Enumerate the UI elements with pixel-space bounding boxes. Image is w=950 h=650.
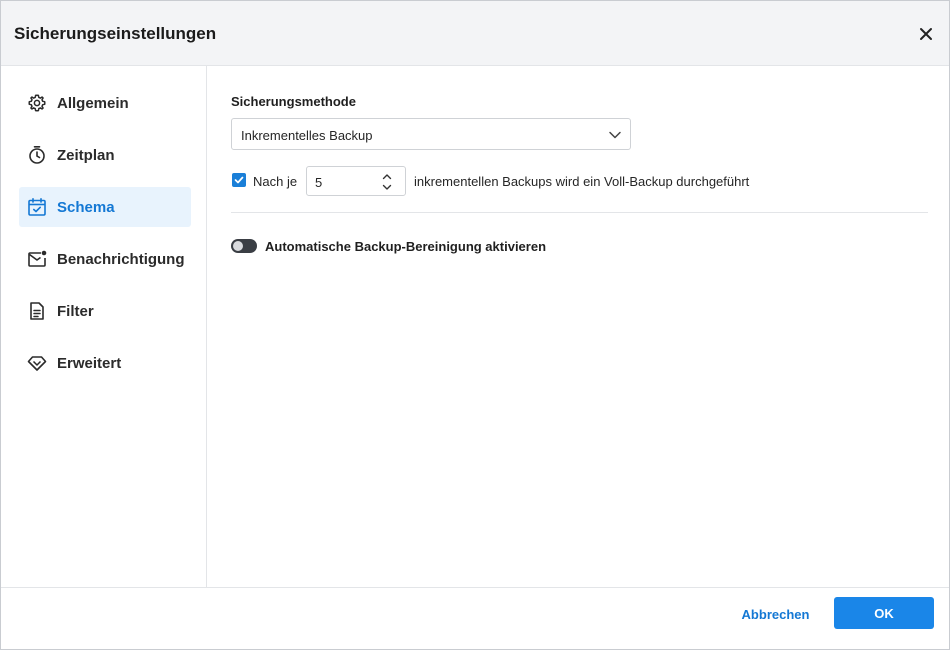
- checkmark-icon: [234, 176, 244, 184]
- sidebar-item-label: Erweitert: [57, 354, 122, 372]
- dialog-title: Sicherungseinstellungen: [14, 24, 217, 43]
- sidebar-item-erweitert[interactable]: Erweitert: [19, 343, 191, 383]
- backup-method-select[interactable]: Inkrementelles Backup: [231, 118, 631, 150]
- nach-je-label: Nach je: [253, 174, 298, 189]
- dialog-footer: Abbrechen OK: [1, 587, 949, 649]
- dialog-titlebar: Sicherungseinstellungen: [1, 1, 949, 66]
- stepper-decrement-button[interactable]: [380, 181, 394, 193]
- sidebar-item-schema[interactable]: Schema: [19, 187, 191, 227]
- chevron-up-icon: [382, 173, 392, 179]
- document-filter-icon: [27, 301, 47, 321]
- settings-dialog: Sicherungseinstellungen Allgemein Zeitpl…: [0, 0, 950, 650]
- section-divider: [231, 212, 928, 213]
- interval-suffix-label: inkrementellen Backups wird ein Voll-Bac…: [414, 174, 750, 189]
- diamond-icon: [27, 353, 47, 373]
- close-icon: [920, 28, 932, 40]
- cleanup-toggle-label: Automatische Backup-Bereinigung aktivier…: [265, 239, 547, 254]
- chevron-down-icon: [382, 184, 392, 190]
- backup-method-label: Sicherungsmethode: [231, 94, 356, 109]
- sidebar-item-label: Schema: [57, 198, 115, 216]
- full-backup-row: Nach je 5 inkrementellen Backups wird ei…: [231, 166, 931, 196]
- gear-icon: [27, 93, 47, 113]
- cleanup-toggle[interactable]: [231, 239, 257, 253]
- calendar-check-icon: [27, 197, 47, 217]
- toggle-knob: [233, 241, 243, 251]
- schema-panel: Sicherungsmethode Inkrementelles Backup …: [208, 66, 949, 587]
- settings-sidebar: Allgemein Zeitplan Schema Benachrichtigu…: [1, 66, 207, 587]
- chevron-down-icon: [609, 131, 621, 139]
- close-button[interactable]: [913, 21, 939, 47]
- interval-stepper[interactable]: 5: [306, 166, 406, 196]
- sidebar-item-label: Zeitplan: [57, 146, 115, 164]
- sidebar-item-label: Allgemein: [57, 94, 129, 112]
- stopwatch-icon: [27, 145, 47, 165]
- sidebar-item-label: Benachrichtigung: [57, 250, 185, 268]
- sidebar-item-allgemein[interactable]: Allgemein: [19, 83, 191, 123]
- full-backup-checkbox[interactable]: [232, 173, 246, 187]
- sidebar-item-zeitplan[interactable]: Zeitplan: [19, 135, 191, 175]
- mail-notification-icon: [27, 249, 47, 269]
- sidebar-item-filter[interactable]: Filter: [19, 291, 191, 331]
- backup-method-value: Inkrementelles Backup: [241, 128, 373, 143]
- sidebar-item-label: Filter: [57, 302, 94, 320]
- sidebar-item-benachrichtigung[interactable]: Benachrichtigung: [19, 239, 191, 279]
- ok-button[interactable]: OK: [834, 597, 934, 629]
- interval-value: 5: [315, 175, 323, 190]
- cancel-button[interactable]: Abbrechen: [728, 603, 823, 625]
